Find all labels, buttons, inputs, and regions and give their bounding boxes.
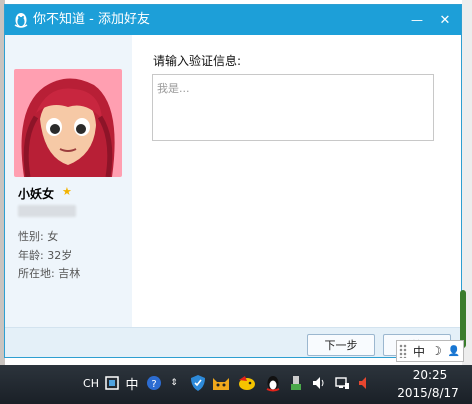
avatar (14, 69, 122, 177)
dialog-footer: 下一步 关闭 (5, 327, 461, 357)
qq-tray-icon[interactable] (262, 373, 284, 393)
input-mode-indicator[interactable]: 中 (123, 373, 141, 393)
gender-info: 性别: 女 (18, 230, 59, 243)
add-friend-dialog: 你不知道 - 添加好友 — ✕ 小妖女 ★ 性别: 女 年龄: 32岁 所在地:… (4, 4, 462, 358)
close-icon: ✕ (439, 12, 451, 28)
verification-prompt: 请输入验证信息: (153, 54, 242, 68)
volume-icon[interactable] (309, 373, 329, 393)
age-info: 年龄: 32岁 (18, 249, 73, 262)
clock-time[interactable]: 20:25 (400, 368, 460, 382)
close-button[interactable]: ✕ (431, 5, 459, 35)
usb-device-icon[interactable] (286, 373, 306, 393)
tray-expand-icon[interactable]: ⇕ (167, 373, 181, 393)
language-indicator[interactable]: CH (80, 373, 102, 393)
next-button[interactable]: 下一步 (307, 334, 375, 356)
verification-message-input[interactable] (152, 74, 434, 141)
minimize-button[interactable]: — (403, 5, 431, 35)
cat-app-icon[interactable] (210, 373, 232, 393)
location-info: 所在地: 吉林 (18, 267, 81, 280)
speaker-muted-icon[interactable] (356, 373, 374, 393)
star-icon: ★ (62, 185, 72, 198)
clock-date[interactable]: 2015/8/17 (388, 386, 468, 400)
profile-sidebar: 小妖女 ★ 性别: 女 年龄: 32岁 所在地: 吉林 (5, 35, 132, 327)
bird-app-icon[interactable] (236, 373, 258, 393)
window-title: 你不知道 - 添加好友 (33, 12, 150, 27)
help-icon[interactable]: ? (145, 373, 163, 393)
blurred-account-number (18, 205, 76, 217)
ime-bar-icon[interactable] (103, 373, 121, 393)
nickname: 小妖女 (18, 187, 55, 201)
svg-text:?: ? (151, 379, 156, 390)
ime-toolbar[interactable]: 中 ☽ 👤 (396, 340, 464, 362)
title-bar[interactable]: 你不知道 - 添加好友 — ✕ (5, 5, 461, 35)
minimize-icon: — (411, 13, 423, 27)
network-icon[interactable] (332, 373, 352, 393)
user-icon[interactable]: 👤 (448, 346, 460, 357)
ime-drag-handle[interactable] (399, 344, 407, 358)
shield-icon[interactable] (188, 373, 208, 393)
qq-penguin-icon (14, 13, 28, 28)
ime-mode-label[interactable]: 中 (413, 343, 425, 360)
moon-icon[interactable]: ☽ (431, 344, 442, 358)
